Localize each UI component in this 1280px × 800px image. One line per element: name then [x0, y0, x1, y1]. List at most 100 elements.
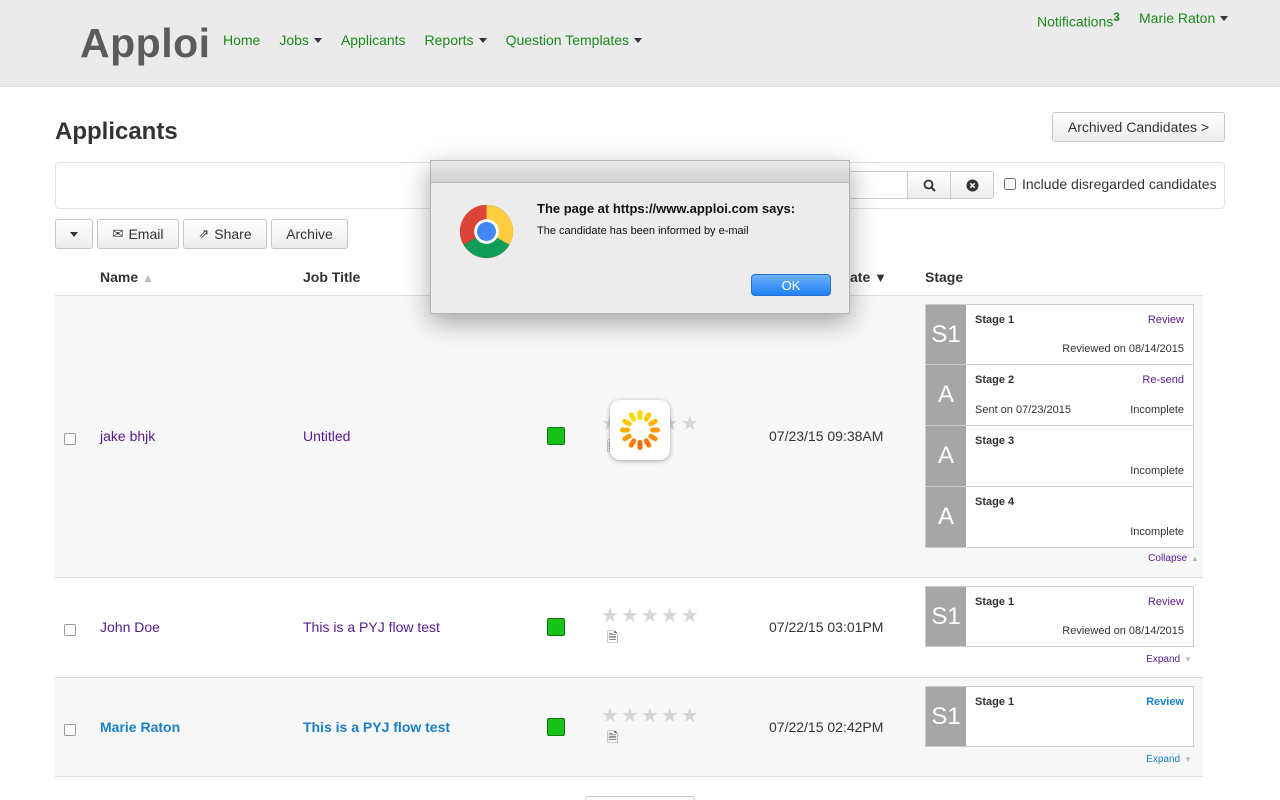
column-header-date[interactable]: ate ▼ — [850, 269, 887, 285]
column-job-title-label: Job Title — [303, 269, 361, 285]
caret-down-icon — [478, 37, 487, 43]
nav-applicants-label: Applicants — [340, 32, 406, 48]
dialog-titlebar[interactable] — [431, 161, 849, 183]
row-checkbox[interactable] — [64, 724, 76, 736]
stage-item: S1 Stage 1 Review Reviewed on 08/14/2015 — [925, 586, 1194, 647]
email-button[interactable]: ✉ Email — [97, 219, 179, 249]
row-checkbox[interactable] — [64, 624, 76, 636]
chevron-down-icon: ▼ — [1184, 655, 1192, 664]
expand-label: Expand — [1146, 654, 1181, 665]
caret-down-icon — [70, 231, 78, 237]
applied-date: 07/22/15 02:42PM — [769, 719, 884, 735]
stage-name: Stage 4 — [975, 496, 1015, 508]
share-icon: ⇗ — [198, 226, 210, 241]
include-disregarded-checkbox[interactable] — [1004, 178, 1016, 190]
nav-reports[interactable]: Reports — [425, 32, 487, 48]
collapse-stages-link[interactable]: Collapse ▲ — [1148, 553, 1199, 564]
stage-item: A Stage 3 Incomplete — [925, 426, 1194, 487]
dialog-title: The page at https://www.apploi.com says: — [537, 201, 796, 216]
close-circle-icon — [966, 179, 978, 191]
stage-name: Stage 3 — [975, 435, 1015, 447]
column-header-name[interactable]: Name ▲ — [100, 269, 154, 285]
stage-status: Incomplete — [1130, 404, 1184, 416]
stage-review-link[interactable]: Review — [1148, 596, 1184, 608]
stage-item: A Stage 2 Re-send Sent on 07/23/2015 Inc… — [925, 365, 1194, 426]
stage-resend-link[interactable]: Re-send — [1142, 374, 1184, 386]
caret-down-icon — [313, 37, 322, 43]
applicant-name-link[interactable]: Marie Raton — [100, 719, 180, 735]
stage-badge: A — [926, 426, 966, 486]
email-button-label: Email — [128, 226, 164, 242]
table-row: Marie Raton This is a PYJ flow test ★★★★… — [55, 678, 1203, 777]
rating-stars[interactable]: ★★★★★ — [601, 703, 701, 728]
archive-button-label: Archive — [286, 226, 333, 242]
nav-question-templates[interactable]: Question Templates — [505, 32, 643, 48]
applicant-name-link[interactable]: John Doe — [100, 619, 160, 635]
search-button[interactable] — [907, 171, 951, 199]
envelope-icon: ✉ — [112, 226, 124, 241]
archived-candidates-button[interactable]: Archived Candidates > — [1052, 112, 1225, 142]
user-name: Marie Raton — [1139, 10, 1216, 26]
status-indicator — [547, 427, 565, 445]
stage-item: S1 Stage 1 Review — [925, 686, 1194, 747]
ok-button[interactable]: OK — [751, 274, 831, 296]
collapse-label: Collapse — [1148, 553, 1188, 564]
rating-stars[interactable]: ★★★★★ — [601, 603, 701, 628]
job-title-link[interactable]: Untitled — [303, 428, 350, 444]
page-title: Applicants — [55, 118, 178, 145]
search-icon — [923, 179, 936, 192]
loading-spinner — [610, 400, 670, 460]
column-stage-label: Stage — [925, 269, 964, 285]
nav-home[interactable]: Home — [223, 32, 260, 48]
include-disregarded-option[interactable]: Include disregarded candidates — [1004, 176, 1217, 192]
expand-stages-link[interactable]: Expand ▼ — [1146, 654, 1192, 665]
job-title-link[interactable]: This is a PYJ flow test — [303, 619, 440, 635]
caret-down-icon — [1220, 15, 1229, 21]
table-row: John Doe This is a PYJ flow test ★★★★★ 🗎… — [55, 578, 1203, 678]
expand-stages-link[interactable]: Expand ▼ — [1146, 754, 1192, 765]
stage-status: Reviewed on 08/14/2015 — [1062, 343, 1184, 355]
stage-badge: A — [926, 365, 966, 425]
column-header-stage: Stage — [925, 269, 963, 285]
chevron-up-icon: ▲ — [1191, 554, 1199, 563]
stage-list: S1 Stage 1 Review Reviewed on 08/14/2015 — [925, 586, 1194, 647]
stage-list: S1 Stage 1 Review — [925, 686, 1194, 747]
row-checkbox[interactable] — [64, 433, 76, 445]
stage-item: S1 Stage 1 Review Reviewed on 08/14/2015 — [925, 304, 1194, 365]
sort-descending-icon: ▼ — [874, 270, 887, 285]
top-navbar: Apploi Home Jobs Applicants Reports Ques… — [0, 0, 1280, 87]
nav-jobs[interactable]: Jobs — [279, 32, 322, 48]
document-icon[interactable]: 🗎 — [607, 627, 618, 651]
applicant-name-link[interactable]: jake bhjk — [100, 428, 155, 444]
column-header-job-title[interactable]: Job Title — [303, 269, 360, 285]
clear-search-button[interactable] — [950, 171, 994, 199]
nav-reports-label: Reports — [424, 32, 474, 48]
stage-review-link[interactable]: Review — [1146, 696, 1184, 708]
chrome-browser-icon — [459, 204, 514, 259]
status-indicator — [547, 718, 565, 736]
nav-applicants[interactable]: Applicants — [341, 32, 406, 48]
share-button-label: Share — [214, 226, 252, 242]
archive-button[interactable]: Archive — [271, 219, 348, 249]
apploi-logo[interactable]: Apploi — [80, 20, 211, 67]
stage-review-link[interactable]: Review — [1148, 314, 1184, 326]
stage-badge: S1 — [926, 587, 966, 646]
main-nav: Home Jobs Applicants Reports Question Te… — [223, 32, 661, 48]
alert-dialog: The page at https://www.apploi.com says:… — [430, 160, 850, 314]
document-icon[interactable]: 🗎 — [607, 727, 618, 751]
share-button[interactable]: ⇗ Share — [183, 219, 267, 249]
caret-down-icon — [634, 37, 643, 43]
nav-jobs-label: Jobs — [279, 32, 309, 48]
job-title-link[interactable]: This is a PYJ flow test — [303, 719, 450, 735]
chevron-down-icon: ▼ — [1184, 755, 1192, 764]
column-name-label: Name — [100, 269, 139, 285]
stage-status: Reviewed on 08/14/2015 — [1062, 625, 1184, 637]
stage-item: A Stage 4 Incomplete — [925, 487, 1194, 548]
notifications-link[interactable]: Notifications3 — [1037, 10, 1120, 30]
stage-status: Incomplete — [1130, 465, 1184, 477]
include-disregarded-label: Include disregarded candidates — [1022, 176, 1217, 192]
pagination[interactable] — [585, 796, 695, 800]
bulk-select-dropdown[interactable] — [55, 219, 93, 249]
user-menu[interactable]: Marie Raton — [1139, 10, 1229, 26]
nav-question-templates-label: Question Templates — [505, 32, 630, 48]
